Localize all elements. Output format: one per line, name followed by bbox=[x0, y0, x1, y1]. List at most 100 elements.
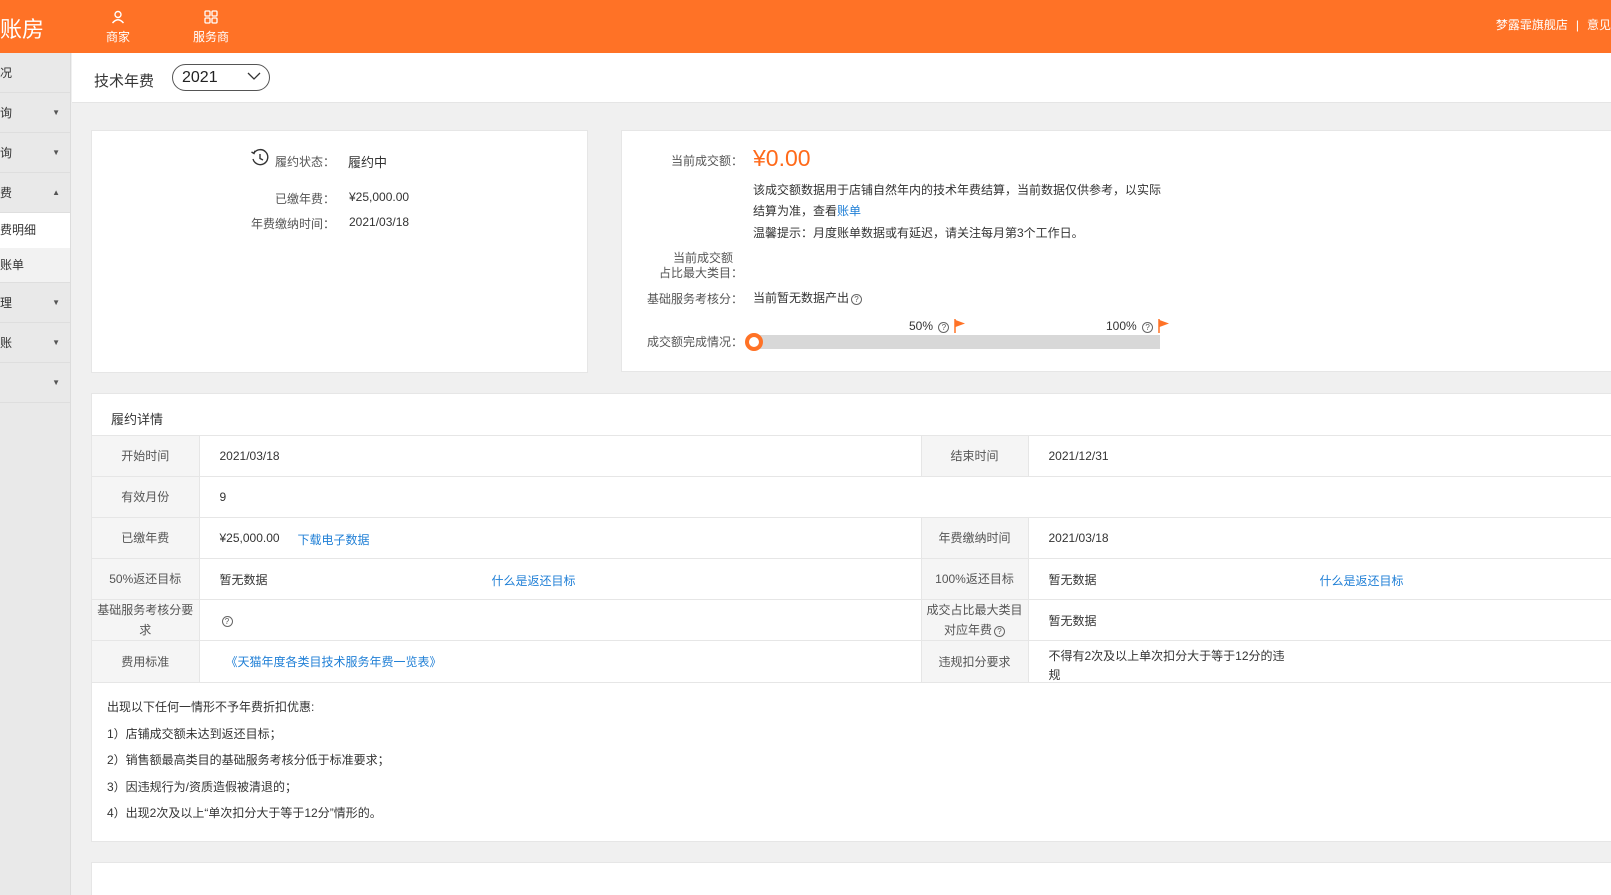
max-category-value: 暂无数据 bbox=[1028, 599, 1611, 641]
sidebar-sub-bill[interactable]: 账单 bbox=[0, 248, 70, 283]
sidebar-sub-label: 费明细 bbox=[0, 223, 37, 237]
detail-title: 履约详情 bbox=[111, 412, 164, 427]
valid-months-label: 有效月份 bbox=[92, 476, 200, 518]
score-req-label: 基础服务考核分要求 bbox=[92, 599, 200, 641]
paid-fee-label: 已缴年费 bbox=[92, 517, 200, 559]
sidebar-item-query-1[interactable]: 询 ▼ bbox=[0, 93, 70, 133]
help-icon[interactable]: ? bbox=[851, 294, 863, 305]
target-50-value: 暂无数据 bbox=[219, 572, 268, 587]
fee-standard-label: 费用标准 bbox=[92, 640, 200, 683]
caret-up-icon: ▲ bbox=[52, 188, 60, 197]
notes-item: 4）出现2次及以上“单次扣分大于等于12分”情形的。 bbox=[107, 806, 382, 820]
score-label: 基础服务考核分： bbox=[646, 292, 743, 306]
sidebar-item-label: 况 bbox=[0, 66, 13, 80]
caret-down-icon: ▼ bbox=[52, 378, 60, 387]
paid-time-label: 年费缴纳时间 bbox=[921, 517, 1029, 559]
progress-label: 成交额完成情况： bbox=[646, 335, 743, 349]
progress-knob[interactable] bbox=[745, 333, 763, 351]
amount-note-prefix: 结算为准，查看 bbox=[753, 204, 838, 218]
table-row: 基础服务考核分要求 ? 成交占比最大类目对应年费? 暂无数据 bbox=[92, 599, 1611, 641]
help-icon[interactable]: ? bbox=[994, 626, 1005, 637]
history-clock-icon bbox=[251, 148, 269, 166]
user-icon bbox=[111, 10, 125, 24]
sidebar-item-query-2[interactable]: 询 ▼ bbox=[0, 133, 70, 173]
sidebar-item-more[interactable]: ▼ bbox=[0, 363, 70, 403]
year-select-value: 2021 bbox=[182, 69, 218, 86]
page-title: 技术年费 bbox=[94, 73, 155, 90]
notes-item: 3）因违规行为/资质造假被清退的； bbox=[107, 779, 298, 794]
help-icon[interactable]: ? bbox=[938, 322, 950, 333]
store-name-link[interactable]: 梦露霏旗舰店 bbox=[1496, 18, 1568, 32]
amount-card: 当前成交额： ¥0.00 该成交额数据用于店铺自然年内的技术年费结算，当前数据仅… bbox=[621, 130, 1611, 372]
sidebar-item-fee[interactable]: 费 ▲ bbox=[0, 173, 70, 213]
nav-provider[interactable]: 服务商 bbox=[181, 8, 241, 45]
download-data-link[interactable]: 下载电子数据 bbox=[298, 531, 370, 548]
max-category-label-text: 成交占比最大类目对应年费 bbox=[926, 603, 1023, 637]
help-icon[interactable]: ? bbox=[1142, 322, 1154, 333]
table-row: 已缴年费 ¥25,000.00 下载电子数据 年费缴纳时间 2021/03/18 bbox=[92, 517, 1611, 559]
mark-50-label: 50% ? bbox=[909, 319, 950, 333]
table-row: 费用标准 《天猫年度各类目技术服务年费一览表》 违规扣分要求 不得有2次及以上单… bbox=[92, 640, 1611, 683]
max-category-label: 成交占比最大类目对应年费? bbox=[921, 599, 1029, 641]
detail-card: 履约详情 开始时间 2021/03/18 结束时间 2021/12/31 有效月… bbox=[91, 393, 1611, 842]
what-is-target-link[interactable]: 什么是返还目标 bbox=[1320, 572, 1404, 589]
fee-standard-cell: 《天猫年度各类目技术服务年费一览表》 bbox=[199, 640, 922, 683]
valid-months-value: 9 bbox=[199, 476, 1611, 518]
notes-item: 1）店铺成交额未达到返还目标； bbox=[107, 726, 282, 741]
violation-label: 违规扣分要求 bbox=[921, 640, 1029, 683]
sidebar-item-manage[interactable]: 理 ▼ bbox=[0, 283, 70, 323]
top-right-links: 梦露霏旗舰店 | 意见 bbox=[1496, 16, 1611, 33]
bottom-card bbox=[91, 862, 1611, 895]
start-time-label: 开始时间 bbox=[92, 435, 200, 477]
mark-50-text: 50% bbox=[909, 319, 934, 333]
sidebar-item-label: 询 bbox=[0, 106, 13, 120]
sidebar-item-label: 账 bbox=[0, 336, 13, 350]
feedback-link[interactable]: 意见 bbox=[1587, 18, 1611, 32]
grid-icon bbox=[204, 10, 218, 24]
table-row: 有效月份 9 bbox=[92, 476, 1611, 518]
brand-title[interactable]: 账房 bbox=[0, 12, 44, 44]
what-is-target-link[interactable]: 什么是返还目标 bbox=[492, 572, 576, 589]
nav-provider-label: 服务商 bbox=[192, 30, 229, 44]
paid-fee-cell: ¥25,000.00 下载电子数据 bbox=[199, 517, 922, 559]
amount-tip: 温馨提示：月度账单数据或有延迟，请关注每月第3个工作日。 bbox=[753, 226, 1084, 240]
target-100-value: 暂无数据 bbox=[1048, 572, 1097, 587]
year-select[interactable]: 2021 bbox=[172, 64, 270, 91]
mark-100-text: 100% bbox=[1106, 319, 1137, 333]
flag-icon bbox=[1158, 319, 1169, 333]
paid-fee-label: 已缴年费： bbox=[274, 192, 335, 206]
page-header: 技术年费 2021 bbox=[72, 53, 1611, 103]
end-time-label: 结束时间 bbox=[921, 435, 1029, 477]
sidebar-item-label: 费 bbox=[0, 186, 13, 200]
progress-track bbox=[754, 335, 1160, 349]
target-100-cell: 暂无数据 什么是返还目标 bbox=[1028, 558, 1611, 600]
target-50-cell: 暂无数据 什么是返还目标 bbox=[199, 558, 922, 600]
paid-time-label: 年费缴纳时间： bbox=[250, 217, 335, 231]
table-row: 50%返还目标 暂无数据 什么是返还目标 100%返还目标 暂无数据 什么是返还… bbox=[92, 558, 1611, 600]
sidebar-item-label: 理 bbox=[0, 296, 13, 310]
sidebar-item-label: 询 bbox=[0, 146, 13, 160]
sidebar-sub-label: 账单 bbox=[0, 258, 25, 272]
sidebar-item-account[interactable]: 账 ▼ bbox=[0, 323, 70, 363]
amount-note-line1: 该成交额数据用于店铺自然年内的技术年费结算，当前数据仅供参考，以实际 bbox=[753, 183, 1162, 197]
caret-down-icon: ▼ bbox=[52, 338, 60, 347]
score-value-text: 当前暂无数据产出 bbox=[753, 291, 850, 305]
help-icon[interactable]: ? bbox=[221, 616, 233, 627]
nav-merchant[interactable]: 商家 bbox=[88, 8, 148, 45]
sidebar-item-overview[interactable]: 况 bbox=[0, 53, 70, 93]
notes-item: 2）销售额最高类目的基础服务考核分低于标准要求； bbox=[107, 753, 390, 767]
nav-merchant-label: 商家 bbox=[105, 30, 130, 44]
top-bar: 账房 商家 服务商 梦露霏旗舰店 | 意见 bbox=[0, 0, 1611, 53]
target-100-label: 100%返还目标 bbox=[921, 558, 1029, 600]
bill-link[interactable]: 账单 bbox=[837, 204, 861, 218]
sidebar: 况 询 ▼ 询 ▼ 费 ▲ 费明细 账单 理 ▼ 账 ▼ ▼ bbox=[0, 53, 71, 895]
sidebar-sub-fee-detail[interactable]: 费明细 bbox=[0, 213, 70, 248]
mark-100-label: 100% ? bbox=[1106, 319, 1154, 333]
amount-note-line2: 结算为准，查看账单 bbox=[753, 202, 861, 219]
status-label: 履约状态： bbox=[274, 155, 335, 169]
end-time-value: 2021/12/31 bbox=[1028, 435, 1611, 477]
ratio-label-line2: 占比最大类目： bbox=[658, 266, 743, 280]
fee-standard-link[interactable]: 《天猫年度各类目技术服务年费一览表》 bbox=[226, 655, 442, 669]
discount-notes: 出现以下任何一情形不予年费折扣优惠: 1）店铺成交额未达到返还目标； 2）销售额… bbox=[107, 694, 390, 827]
chevron-down-icon bbox=[247, 72, 261, 80]
